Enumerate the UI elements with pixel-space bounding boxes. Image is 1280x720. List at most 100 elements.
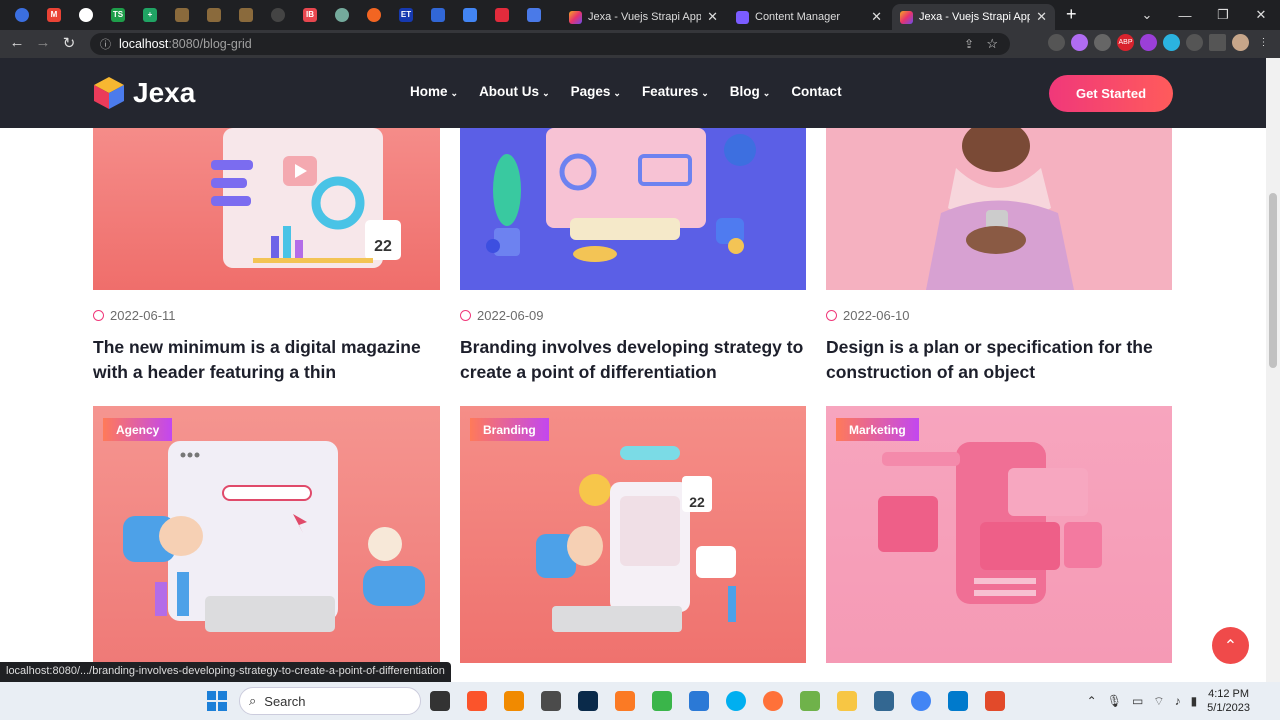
- menu-item-pages[interactable]: Pages ⌄: [571, 84, 621, 99]
- extension-icon[interactable]: [1163, 34, 1180, 51]
- page-scrollbar[interactable]: [1266, 58, 1280, 682]
- pinned-tab[interactable]: [70, 0, 102, 30]
- pinned-tab[interactable]: [262, 0, 294, 30]
- menu-item-contact[interactable]: Contact: [791, 84, 841, 99]
- browser-tab[interactable]: Content Manager ✕: [728, 4, 890, 30]
- minimize-icon[interactable]: —: [1166, 8, 1204, 23]
- profile-avatar[interactable]: [1232, 34, 1249, 51]
- display-icon[interactable]: ▭: [1132, 694, 1143, 708]
- chevron-down-icon: ⌄: [762, 88, 771, 98]
- close-window-icon[interactable]: ✕: [1242, 7, 1280, 23]
- svg-text:22: 22: [689, 494, 705, 510]
- maximize-icon[interactable]: ❐: [1204, 7, 1242, 23]
- pinned-tab[interactable]: [518, 0, 550, 30]
- pinned-tab[interactable]: +: [134, 0, 166, 30]
- pinned-tab[interactable]: [198, 0, 230, 30]
- post-thumbnail[interactable]: Marketing: [826, 406, 1172, 663]
- link-status-bar: localhost:8080/.../branding-involves-dev…: [0, 662, 451, 682]
- browser-tab-strip: M TS + IB ET Jexa - Vuejs Strapi App & ✕…: [0, 0, 1280, 30]
- tray-chevron-icon[interactable]: ⌃: [1087, 694, 1097, 708]
- pinned-tab[interactable]: [230, 0, 262, 30]
- reload-icon[interactable]: ↻: [56, 34, 82, 52]
- category-tag[interactable]: Marketing: [836, 418, 919, 441]
- pinned-tab[interactable]: IB: [294, 0, 326, 30]
- firefox-icon[interactable]: [763, 691, 783, 711]
- category-tag[interactable]: Branding: [470, 418, 549, 441]
- sidepanel-icon[interactable]: [1209, 34, 1226, 51]
- adblock-icon[interactable]: ABP: [1117, 34, 1134, 51]
- puzzle-icon[interactable]: [1186, 34, 1203, 51]
- post-thumbnail[interactable]: [826, 128, 1172, 290]
- scrollbar-thumb[interactable]: [1269, 193, 1277, 368]
- pinned-tab[interactable]: TS: [102, 0, 134, 30]
- extension-icon[interactable]: [1048, 34, 1065, 51]
- category-tag[interactable]: Agency: [103, 418, 173, 441]
- post-thumbnail[interactable]: 22: [93, 128, 440, 290]
- task-view-icon[interactable]: [430, 691, 450, 711]
- pinned-tab[interactable]: [422, 0, 454, 30]
- brave-icon[interactable]: [467, 691, 487, 711]
- pinned-tab[interactable]: ET: [390, 0, 422, 30]
- wifi-icon[interactable]: ⌔: [1153, 694, 1164, 709]
- pinned-tab[interactable]: [358, 0, 390, 30]
- forward-icon[interactable]: →: [30, 34, 56, 52]
- post-title[interactable]: Design is a plan or specification for th…: [826, 335, 1173, 385]
- extension-icon[interactable]: [1071, 34, 1088, 51]
- camera-icon[interactable]: [1094, 34, 1111, 51]
- skype-icon[interactable]: [726, 691, 746, 711]
- extension-icon[interactable]: [1140, 34, 1157, 51]
- taskbar-search[interactable]: ⌕ Search: [239, 687, 421, 715]
- pinned-tab[interactable]: [6, 0, 38, 30]
- mail-icon[interactable]: [689, 691, 709, 711]
- post-thumbnail[interactable]: [460, 128, 806, 290]
- camtasia-icon[interactable]: [652, 691, 672, 711]
- pinned-tab[interactable]: [326, 0, 358, 30]
- chrome-icon[interactable]: [911, 691, 931, 711]
- sublime-icon[interactable]: [541, 691, 561, 711]
- app-icon[interactable]: [985, 691, 1005, 711]
- pgadmin-icon[interactable]: [874, 691, 894, 711]
- xampp-icon[interactable]: [615, 691, 635, 711]
- bookmark-star-icon[interactable]: ☆: [986, 36, 998, 52]
- pinned-tab[interactable]: [454, 0, 486, 30]
- post-thumbnail[interactable]: 22 Branding: [460, 406, 806, 663]
- photoshop-icon[interactable]: [578, 691, 598, 711]
- close-tab-icon[interactable]: ✕: [707, 9, 718, 25]
- menu-item-home[interactable]: Home ⌄: [410, 84, 458, 99]
- file-explorer-icon[interactable]: [837, 691, 857, 711]
- pinned-tabs: M TS + IB ET: [0, 0, 550, 30]
- back-icon[interactable]: ←: [4, 34, 30, 52]
- close-tab-icon[interactable]: ✕: [871, 9, 882, 25]
- site-info-icon[interactable]: ⓘ: [100, 36, 111, 52]
- tab-search-icon[interactable]: ⌄: [1128, 7, 1166, 23]
- browser-tab-active[interactable]: Jexa - Vuejs Strapi App & ✕: [892, 4, 1055, 30]
- post-title[interactable]: Branding involves developing strategy to…: [460, 335, 807, 385]
- post-thumbnail[interactable]: Agency: [93, 406, 440, 663]
- menu-item-about[interactable]: About Us ⌄: [479, 84, 550, 99]
- address-bar[interactable]: ⓘ localhost:8080/blog-grid ⇪ ☆: [90, 33, 1010, 55]
- pinned-tab[interactable]: M: [38, 0, 70, 30]
- date-text: 2022-06-11: [110, 308, 176, 323]
- microphone-icon[interactable]: 🎙: [1107, 694, 1122, 708]
- share-icon[interactable]: ⇪: [964, 37, 974, 51]
- menu-kebab-icon[interactable]: ⋮: [1255, 34, 1272, 51]
- new-tab-icon[interactable]: +: [1066, 4, 1077, 25]
- vscode-icon[interactable]: [948, 691, 968, 711]
- post-title[interactable]: The new minimum is a digital magazine wi…: [93, 335, 440, 385]
- close-tab-icon[interactable]: ✕: [1036, 9, 1047, 25]
- menu-item-blog[interactable]: Blog ⌄: [730, 84, 771, 99]
- browser-toolbar: ← → ↻ ⓘ localhost:8080/blog-grid ⇪ ☆ ABP…: [0, 30, 1280, 58]
- browser-tab[interactable]: Jexa - Vuejs Strapi App & ✕: [561, 4, 726, 30]
- pinned-tab[interactable]: [166, 0, 198, 30]
- battery-icon[interactable]: ▮: [1191, 694, 1198, 708]
- site-logo[interactable]: Jexa: [93, 76, 195, 110]
- scroll-to-top-button[interactable]: ⌃: [1212, 627, 1249, 664]
- taskbar-clock[interactable]: 4:12 PM 5/1/2023: [1207, 687, 1250, 715]
- pinned-tab[interactable]: [486, 0, 518, 30]
- vlc-icon[interactable]: [504, 691, 524, 711]
- get-started-button[interactable]: Get Started: [1049, 75, 1173, 112]
- windows-start-icon[interactable]: [207, 691, 227, 711]
- menu-item-features[interactable]: Features ⌄: [642, 84, 709, 99]
- volume-icon[interactable]: ♪: [1175, 694, 1181, 708]
- notepad-icon[interactable]: [800, 691, 820, 711]
